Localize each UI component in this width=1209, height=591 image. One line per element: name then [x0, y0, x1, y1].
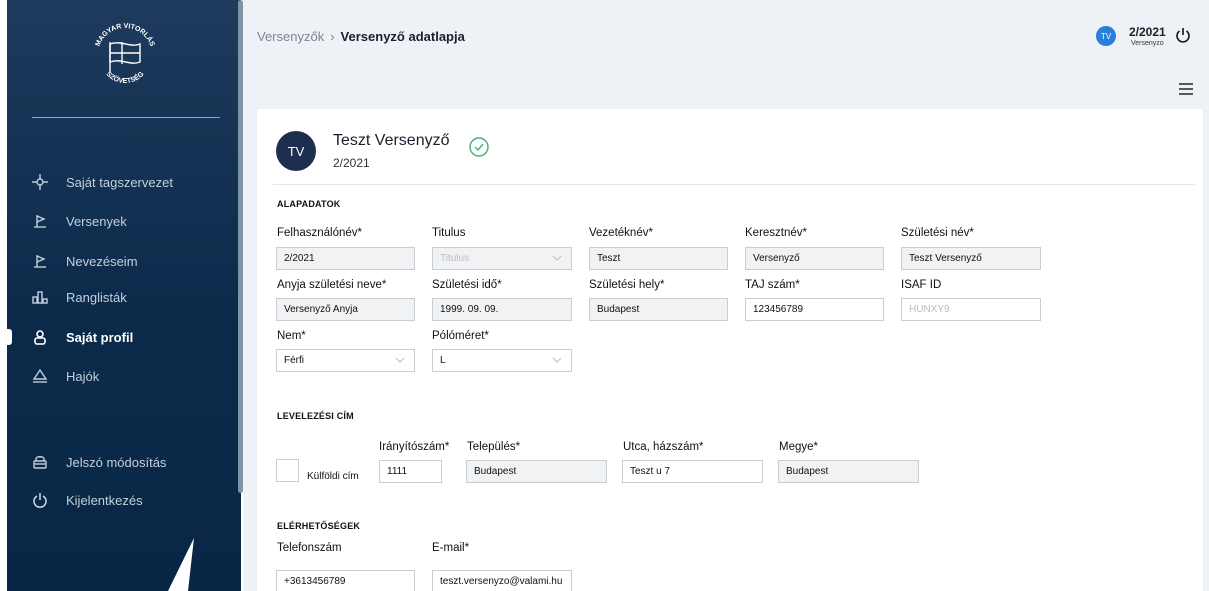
sidebar-item-logout[interactable]: Kijelentkezés [30, 487, 143, 513]
sidebar-item-own-club[interactable]: Saját tagszervezet [30, 169, 173, 195]
breadcrumb-separator: › [330, 29, 335, 44]
lock-icon [30, 454, 50, 470]
sidebar-item-label: Jelszó módosítás [66, 454, 167, 470]
verified-check-icon [469, 137, 489, 157]
sidebar-item-races[interactable]: Versenyek [30, 208, 127, 234]
foreign-address-checkbox[interactable] [276, 459, 299, 482]
window-edge [0, 0, 7, 591]
gender-value: Férfi [284, 355, 304, 366]
taj-label: TAJ szám* [745, 279, 800, 291]
sidebar-item-boats[interactable]: Hajók [30, 363, 99, 389]
logo-divider [32, 117, 220, 118]
sail-decoration-icon [168, 538, 194, 591]
crosshair-icon [30, 174, 50, 190]
section-title-basic: ALAPADATOK [277, 199, 341, 209]
sidebar: MAGYAR VITORLÁS SZÖVETSÉG Saját tagszerv… [0, 0, 241, 591]
taj-field[interactable]: 123456789 [745, 298, 884, 321]
isaf-label: ISAF ID [901, 279, 942, 291]
zip-label: Irányítószám* [379, 441, 450, 453]
profile-avatar: TV [276, 131, 316, 171]
sidebar-item-label: Nevezéseim [66, 253, 138, 269]
username-field[interactable]: 2/2021 [276, 247, 415, 270]
county-field[interactable]: Budapest [778, 460, 919, 483]
sidebar-item-label: Versenyek [66, 213, 127, 229]
sidebar-item-label: Saját profil [66, 329, 134, 345]
titulus-select[interactable]: Titulus [432, 247, 572, 270]
profile-id: 2/2021 [333, 156, 370, 170]
firstname-label: Keresztnév* [745, 227, 808, 239]
street-field[interactable]: Teszt u 7 [622, 460, 763, 483]
menu-icon[interactable] [1179, 83, 1193, 95]
lastname-field[interactable]: Teszt [589, 247, 728, 270]
main-content: Versenyzők › Versenyző adatlapja TV 2/2021… [243, 0, 1209, 591]
boat-icon [30, 368, 50, 384]
birthplace-label: Születési hely* [589, 279, 665, 291]
federation-logo: MAGYAR VITORLÁS SZÖVETSÉG [95, 23, 156, 85]
user-id: 2/2021 [1129, 25, 1166, 39]
sidebar-item-entries[interactable]: Nevezéseim [30, 248, 138, 274]
chevron-down-icon [552, 255, 562, 261]
gender-select[interactable]: Férfi [276, 349, 415, 372]
mothername-label: Anyja születési neve* [277, 279, 387, 291]
flag-icon [30, 213, 50, 229]
username-label: Felhasználónév* [277, 227, 363, 239]
titulus-placeholder: Titulus [440, 253, 470, 264]
foreign-address-label: Külföldi cím [307, 471, 359, 482]
person-icon [30, 329, 50, 345]
birthdate-field[interactable]: 1999. 09. 09. [432, 298, 572, 321]
active-indicator [7, 329, 12, 345]
breadcrumb: Versenyzők › Versenyző adatlapja [257, 29, 465, 44]
sidebar-item-label: Saját tagszervezet [66, 174, 173, 190]
top-bar: Versenyzők › Versenyző adatlapja TV 2/2021… [243, 0, 1209, 100]
sidebar-item-label: Kijelentkezés [66, 492, 143, 508]
flag-icon [30, 253, 50, 269]
breadcrumb-parent-link[interactable]: Versenyzők [257, 29, 324, 44]
power-icon[interactable] [1175, 27, 1191, 43]
sidebar-item-label: Hajók [66, 368, 100, 384]
user-role: Versenyzo [1131, 40, 1164, 47]
birthdate-label: Születési idő* [432, 279, 502, 291]
shirt-size-select[interactable]: L [432, 349, 572, 372]
section-title-address: LEVELEZÉSI CÍM [277, 411, 354, 421]
firstname-field[interactable]: Versenyző [745, 247, 884, 270]
county-label: Megye* [779, 441, 818, 453]
city-label: Település* [467, 441, 521, 453]
gender-label: Nem* [277, 330, 306, 342]
lastname-label: Vezetéknév* [589, 227, 653, 239]
zip-field[interactable]: 1111 [379, 460, 442, 483]
city-field[interactable]: Budapest [466, 460, 607, 483]
phone-field[interactable]: +3613456789 [276, 570, 415, 591]
sidebar-item-rankings[interactable]: Ranglisták [30, 284, 127, 310]
chevron-down-icon [395, 357, 405, 363]
isaf-field[interactable]: HUNXY9 [901, 298, 1041, 321]
profile-card: TV Teszt Versenyző 2/2021 ALAPADATOK Fel… [257, 109, 1203, 591]
birthname-field[interactable]: Teszt Versenyző [901, 247, 1041, 270]
birthplace-field[interactable]: Budapest [589, 298, 728, 321]
page-title: Versenyző adatlapja [340, 29, 465, 44]
sidebar-item-own-profile[interactable]: Saját profil [30, 324, 133, 350]
power-icon [30, 492, 50, 508]
section-title-contacts: ELÉRHETŐSÉGEK [277, 521, 361, 531]
email-label: E-mail* [432, 542, 470, 554]
birthname-label: Születési név* [901, 227, 974, 239]
chevron-down-icon [552, 357, 562, 363]
user-avatar[interactable]: TV [1096, 26, 1116, 46]
sidebar-item-label: Ranglisták [66, 289, 127, 305]
street-label: Utca, házszám* [623, 441, 704, 453]
shirt-size-label: Pólóméret* [432, 330, 489, 342]
phone-label: Telefonszám [277, 542, 342, 554]
card-divider [273, 184, 1195, 185]
profile-name: Teszt Versenyző [333, 132, 450, 149]
email-field[interactable]: teszt.versenyzo@valami.hu [432, 570, 572, 591]
shirt-size-value: L [440, 355, 446, 366]
podium-icon [30, 289, 50, 305]
mothername-field[interactable]: Versenyző Anyja [276, 298, 415, 321]
svg-text:SZÖVETSÉG: SZÖVETSÉG [105, 70, 146, 85]
titulus-label: Titulus [432, 227, 466, 239]
sidebar-item-password-change[interactable]: Jelszó módosítás [30, 449, 166, 475]
